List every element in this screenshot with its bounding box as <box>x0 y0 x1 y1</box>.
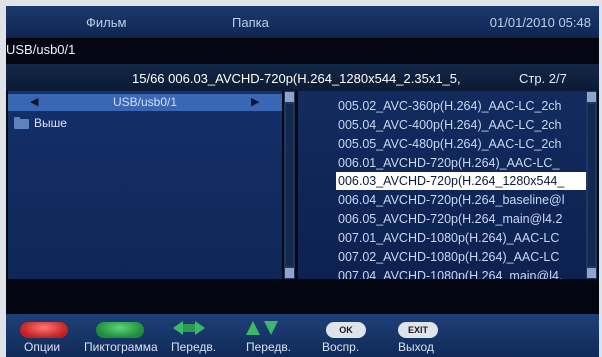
list-item[interactable]: 006.05_AVCHD-720p(H.264_main@l4.2 <box>338 210 562 228</box>
list-item[interactable]: 005.04_AVC-400p(H.264)_AAC-LC_2ch <box>338 116 562 134</box>
scroll-track[interactable] <box>286 104 293 266</box>
list-item[interactable]: 007.01_AVCHD-1080p(H.264)_AAC-LC <box>338 229 559 247</box>
list-item[interactable]: 006.04_AVCHD-720p(H.264_baseline@l <box>338 191 564 209</box>
folder-selector[interactable]: ◀ USB/usb0/1 ▶ <box>8 94 282 111</box>
scroll-down-icon[interactable] <box>285 268 294 278</box>
exit-control[interactable]: EXIT Выход <box>6 314 466 357</box>
tab-folder[interactable]: Папка <box>232 15 269 30</box>
scroll-down-icon[interactable] <box>587 268 596 278</box>
top-bar: Фильм Папка 01/01/2010 05:48 <box>6 6 599 38</box>
list-item-selected[interactable]: 006.03_AVCHD-720p(H.264_1280x544_ <box>336 172 586 190</box>
scroll-track[interactable] <box>588 104 595 266</box>
screen: Фильм Папка 01/01/2010 05:48 USB/usb0/1 … <box>6 6 599 357</box>
arrow-right-icon[interactable]: ▶ <box>251 94 259 111</box>
control-bar: Опции Пиктограмма Передв. Передв. OK Вос… <box>6 314 599 357</box>
folder-up-icon <box>14 117 29 129</box>
datetime: 01/01/2010 05:48 <box>489 15 591 30</box>
file-info-bar: 15/66 006.03_AVCHD-720p(H.264_1280x544_2… <box>6 64 599 91</box>
page-indicator: Стр. 2/7 <box>519 71 567 86</box>
list-item[interactable]: 007.02_AVCHD-1080p(H.264)_AAC-LC <box>338 248 559 266</box>
folder-up-label: Выше <box>34 116 67 130</box>
scroll-up-icon[interactable] <box>285 92 294 102</box>
folder-selector-label: USB/usb0/1 <box>112 95 178 109</box>
current-path: USB/usb0/1 <box>6 42 76 57</box>
status-area <box>6 280 599 314</box>
tab-film[interactable]: Фильм <box>86 15 126 30</box>
selected-file-info: 15/66 006.03_AVCHD-720p(H.264_1280x544_2… <box>132 71 461 86</box>
folder-scrollbar[interactable] <box>284 91 295 279</box>
exit-label: Выход <box>398 340 434 354</box>
file-scrollbar[interactable] <box>586 91 597 279</box>
scroll-up-icon[interactable] <box>587 92 596 102</box>
list-item[interactable]: 006.01_AVCHD-720p(H.264)_AAC-LC_ <box>338 154 559 172</box>
folder-pane: ◀ USB/usb0/1 ▶ Выше <box>8 91 282 279</box>
list-item[interactable]: 005.05_AVC-480p(H.264)_AAC-LC_2ch <box>338 135 562 153</box>
exit-key-icon[interactable]: EXIT <box>398 322 438 338</box>
list-item[interactable]: 005.02_AVC-360p(H.264)_AAC-LC_2ch <box>338 97 562 115</box>
list-item[interactable]: 007.04_AVCHD-1080p(H.264_main@l4. <box>338 267 562 279</box>
file-list: 005.02_AVC-360p(H.264)_AAC-LC_2ch 005.04… <box>298 91 586 279</box>
